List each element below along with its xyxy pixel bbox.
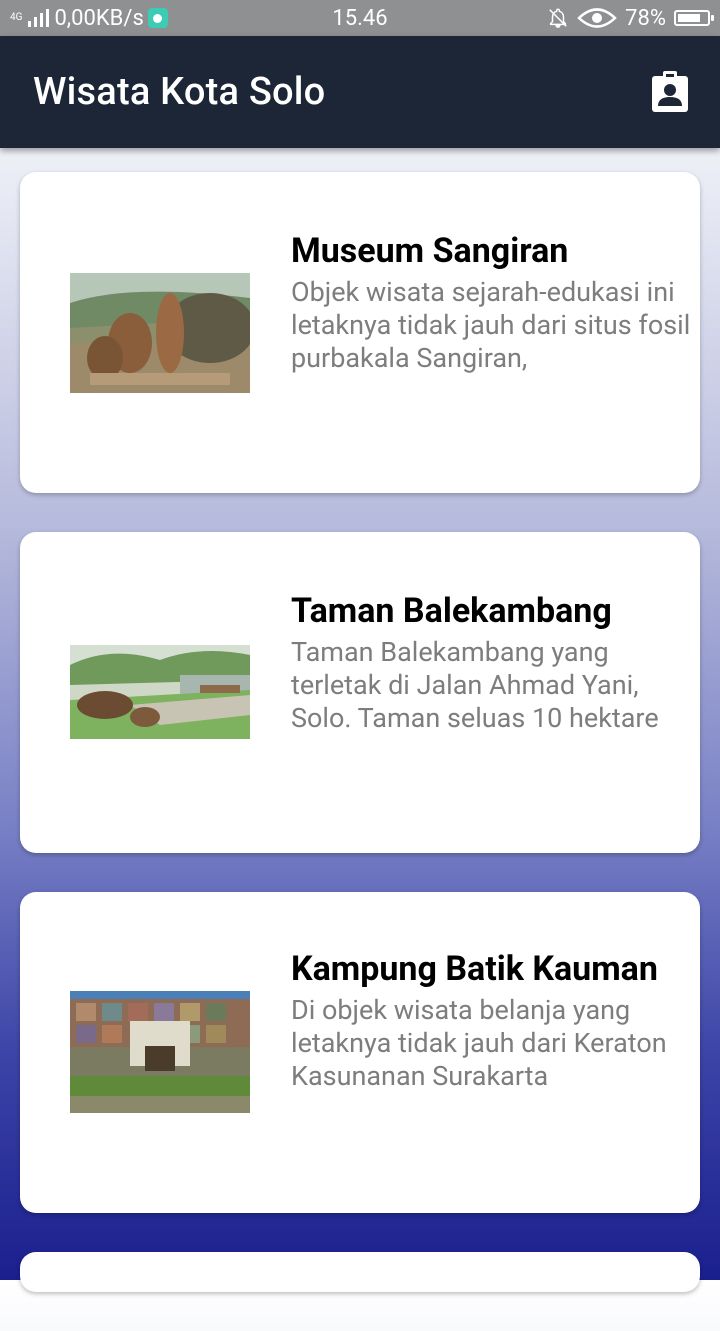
- place-text: Taman Balekambang Taman Balekambang yang…: [291, 590, 691, 735]
- place-text: Museum Sangiran Objek wisata sejarah-edu…: [291, 230, 691, 375]
- place-card[interactable]: Taman Balekambang Taman Balekambang yang…: [20, 532, 700, 853]
- chat-notification-icon: [147, 8, 168, 28]
- status-bar: 4G 0,00KB/s 15.46 78%: [0, 0, 720, 36]
- network-type: 4G: [10, 12, 23, 23]
- place-card-partial[interactable]: [20, 1252, 700, 1292]
- data-speed: 0,00KB/s: [54, 5, 144, 31]
- battery-percent: 78%: [625, 5, 666, 31]
- bell-off-icon: [549, 8, 567, 28]
- places-list: Museum Sangiran Objek wisata sejarah-edu…: [20, 172, 700, 1331]
- place-description: Objek wisata sejarah-edukasi ini letakny…: [291, 276, 691, 374]
- account-box-button[interactable]: [650, 70, 690, 114]
- status-left: 4G 0,00KB/s: [10, 6, 168, 31]
- place-name: Museum Sangiran: [291, 231, 569, 271]
- signal-icon: [28, 9, 50, 27]
- place-image: [70, 645, 250, 739]
- account-box-icon: [652, 71, 688, 112]
- place-name: Taman Balekambang: [291, 591, 612, 631]
- place-description: Taman Balekambang yang terletak di Jalan…: [291, 636, 659, 734]
- place-name: Kampung Batik Kauman: [291, 949, 658, 989]
- app-bar: Wisata Kota Solo: [0, 36, 720, 148]
- app-title: Wisata Kota Solo: [33, 70, 326, 114]
- place-description: Di objek wisata belanja yang letaknya ti…: [291, 994, 667, 1092]
- battery-fill: [678, 14, 700, 22]
- battery-icon: [674, 10, 714, 26]
- eye-icon: [577, 8, 617, 28]
- place-card[interactable]: Museum Sangiran Objek wisata sejarah-edu…: [20, 172, 700, 493]
- status-right: 78%: [547, 5, 714, 31]
- place-image: [70, 273, 250, 393]
- place-image: [70, 991, 250, 1113]
- place-text: Kampung Batik Kauman Di objek wisata bel…: [291, 948, 691, 1093]
- place-card[interactable]: Kampung Batik Kauman Di objek wisata bel…: [20, 892, 700, 1213]
